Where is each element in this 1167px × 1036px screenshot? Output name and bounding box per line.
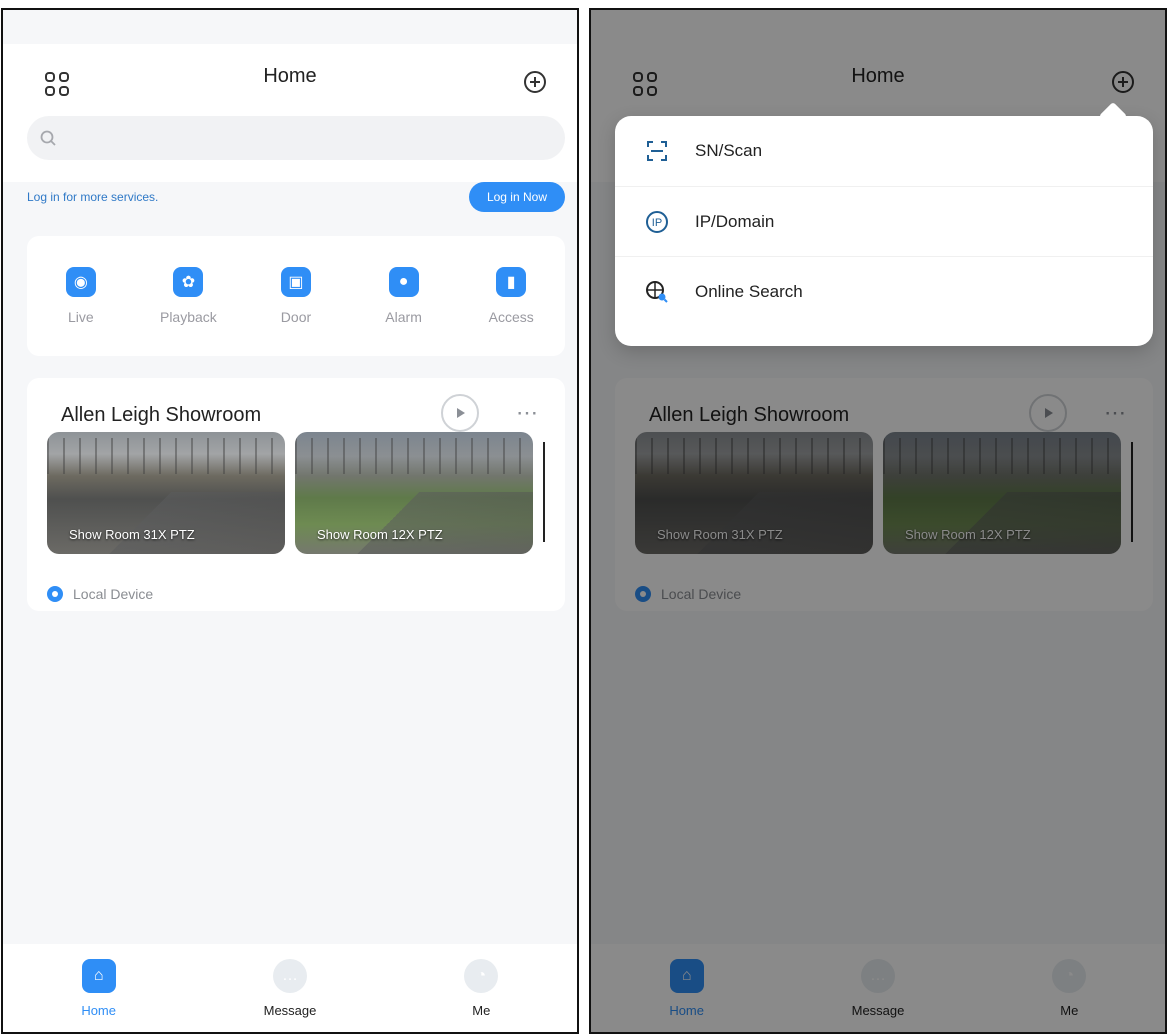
globe-search-icon — [641, 276, 673, 308]
add-device-popup: SN/Scan IP IP/Domain Online Search — [615, 116, 1153, 346]
popup-item-label: Online Search — [695, 281, 803, 301]
camera-thumb[interactable]: Show Room 12X PTZ — [295, 432, 533, 554]
popup-item-label: SN/Scan — [695, 141, 763, 160]
quick-item-access[interactable]: ▮ Access — [463, 267, 559, 325]
add-button[interactable] — [515, 62, 555, 102]
tab-label: Me — [472, 1002, 491, 1018]
screenshot-stage: Home Log in for more services. Log in No… — [0, 0, 1167, 1036]
login-row: Log in for more services. Log in Now — [27, 180, 565, 214]
quick-item-door[interactable]: ▣ Door — [248, 267, 344, 325]
camera-preview-road — [77, 492, 285, 554]
popup-item-label: IP/Domain — [695, 211, 775, 231]
popup-item-online-search[interactable]: Online Search — [615, 256, 1153, 326]
login-prompt[interactable]: Log in for more services. — [27, 190, 158, 204]
ip-icon: IP — [641, 206, 673, 238]
quick-actions: ◉ Live ✿ Playback ▣ Door ● Alarm ▮ Acces… — [27, 236, 565, 356]
tab-bar: ⌂ Home … Message ◔ Me — [3, 944, 577, 1032]
camera-strip-edge — [543, 442, 551, 542]
alarm-icon: ● — [388, 267, 419, 297]
camera-preview — [295, 438, 533, 474]
home-header: Home Log in for more services. Log in No… — [3, 44, 577, 212]
film-reel-icon: ✿ — [173, 267, 204, 297]
quick-item-label: Access — [488, 309, 534, 325]
local-device-row[interactable]: Local Device — [47, 586, 153, 602]
svg-text:IP: IP — [652, 217, 662, 229]
quick-item-label: Live — [67, 309, 94, 325]
camera-preview — [47, 438, 285, 474]
quick-item-label: Alarm — [385, 309, 422, 325]
me-icon: ◔ — [464, 958, 499, 993]
quick-item-label: Playback — [159, 309, 217, 325]
camera-label: Show Room 12X PTZ — [317, 527, 443, 542]
scan-icon — [641, 135, 673, 167]
popup-item-sn-scan[interactable]: SN/Scan — [615, 116, 1153, 186]
quick-item-label: Door — [280, 309, 312, 325]
quick-item-playback[interactable]: ✿ Playback — [140, 267, 236, 325]
login-now-button[interactable]: Log in Now — [468, 182, 565, 212]
tab-home[interactable]: ⌂ Home — [44, 958, 154, 1018]
quick-item-alarm[interactable]: ● Alarm — [356, 267, 452, 325]
local-device-icon — [47, 586, 63, 602]
tab-label: Message — [263, 1002, 317, 1018]
camera-icon: ◉ — [65, 267, 96, 297]
ellipsis-icon: ⋯ — [516, 400, 538, 425]
right-phone: Home Allen Leigh Showroom ⋯ Show Room 31… — [589, 8, 1167, 1034]
home-icon: ⌂ — [81, 958, 116, 993]
local-device-label: Local Device — [73, 586, 154, 602]
door-phone-icon: ▣ — [280, 267, 311, 297]
search-input[interactable] — [27, 116, 565, 160]
tab-me[interactable]: ◔ Me — [426, 958, 536, 1018]
plus-circle-icon — [524, 71, 546, 93]
play-icon — [457, 408, 465, 418]
page-title: Home — [263, 65, 317, 87]
quick-item-live[interactable]: ◉ Live — [33, 267, 129, 325]
status-bar — [3, 10, 577, 44]
site-name: Allen Leigh Showroom — [61, 404, 262, 426]
tab-label: Home — [81, 1002, 116, 1018]
play-button[interactable] — [441, 394, 479, 432]
camera-thumb[interactable]: Show Room 31X PTZ — [47, 432, 285, 554]
camera-strip[interactable]: Show Room 31X PTZ Show Room 12X PTZ — [47, 432, 555, 554]
popup-item-ip-domain[interactable]: IP IP/Domain — [615, 186, 1153, 256]
tab-message[interactable]: … Message — [235, 958, 345, 1018]
camera-label: Show Room 31X PTZ — [69, 527, 195, 542]
camera-preview-road — [325, 492, 533, 554]
left-phone: Home Log in for more services. Log in No… — [1, 8, 579, 1034]
site-card: Allen Leigh Showroom ⋯ Show Room 31X PTZ… — [27, 378, 565, 611]
more-options-button[interactable]: ⋯ — [507, 396, 547, 430]
message-icon: … — [272, 958, 307, 993]
access-card-icon: ▮ — [496, 267, 527, 297]
search-icon — [40, 130, 56, 146]
